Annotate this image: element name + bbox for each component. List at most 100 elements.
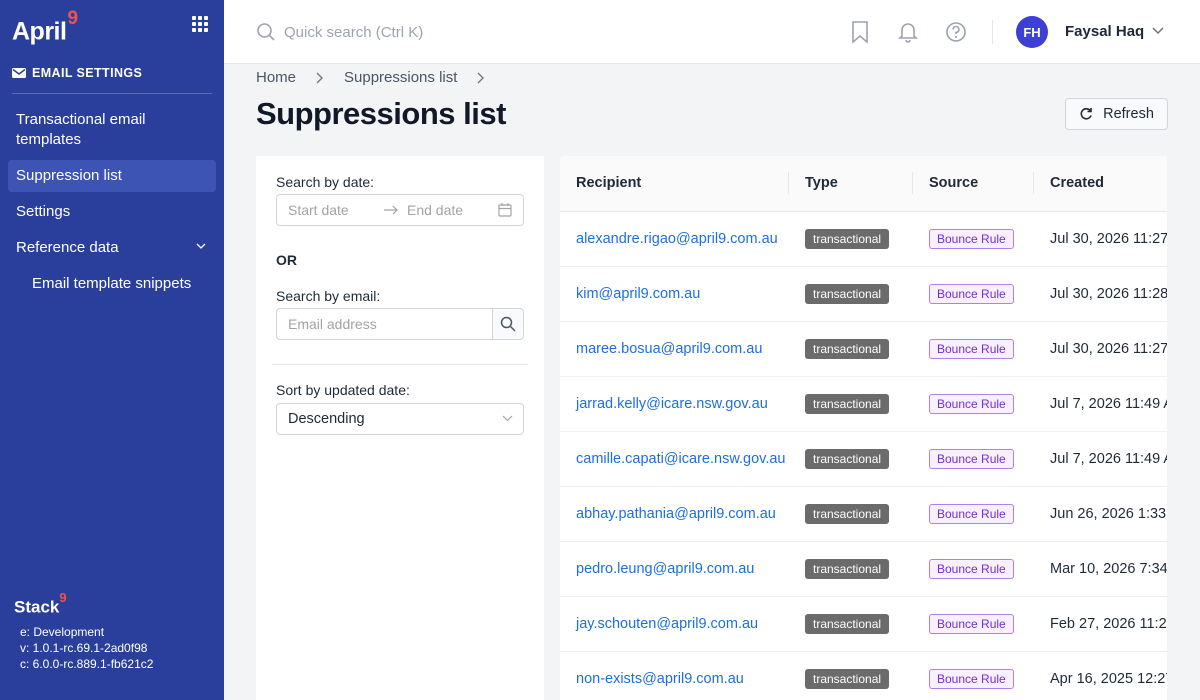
recipient-link[interactable]: kim@april9.com.au (576, 286, 700, 302)
table-header-row: Recipient Type Source Created (560, 156, 1167, 212)
table-row[interactable]: jay.schouten@april9.com.au transactional B… (560, 596, 1167, 652)
recipient-link[interactable]: non-exists@april9.com.au (576, 671, 744, 687)
type-cell: transactional (789, 321, 913, 377)
filter-divider (272, 364, 528, 365)
end-date-field[interactable]: End date (407, 202, 463, 218)
sidebar-item-label: Suppression list (16, 167, 122, 184)
source-cell: Bounce Rule (913, 651, 1034, 700)
source-cell: Bounce Rule (913, 376, 1034, 432)
page-title: Suppressions list (256, 96, 506, 131)
recipient-link[interactable]: jay.schouten@april9.com.au (576, 616, 758, 632)
app-logo[interactable]: April9 (12, 8, 78, 46)
source-cell: Bounce Rule (913, 541, 1034, 597)
stack-logo: Stack9 (14, 590, 67, 618)
source-cell: Bounce Rule (913, 211, 1034, 267)
sidebar-item-label: Transactional email templates (16, 111, 146, 148)
created-cell: Jul 30, 2026 11:27 AM (1034, 211, 1167, 267)
bell-icon[interactable] (898, 20, 918, 44)
refresh-button[interactable]: Refresh (1065, 98, 1168, 130)
source-tag: Bounce Rule (929, 668, 1014, 689)
source-cell: Bounce Rule (913, 266, 1034, 322)
refresh-button-label: Refresh (1103, 106, 1154, 122)
table-row[interactable]: maree.bosua@april9.com.au transactional Bo… (560, 321, 1167, 377)
avatar[interactable]: FH (1016, 16, 1048, 48)
source-tag: Bounce Rule (929, 448, 1014, 469)
type-tag: transactional (805, 448, 890, 469)
column-header-source[interactable]: Source (913, 156, 1034, 212)
table-row[interactable]: jarrad.kelly@icare.nsw.gov.au transaction… (560, 376, 1167, 432)
table-body: alexandre.rigao@april9.com.au transaction… (560, 211, 1167, 700)
recipient-link[interactable]: maree.bosua@april9.com.au (576, 341, 762, 357)
sort-label: Sort by updated date: (276, 382, 410, 398)
recipient-link[interactable]: jarrad.kelly@icare.nsw.gov.au (576, 396, 768, 412)
sidebar-item-settings[interactable]: Settings (8, 196, 216, 228)
build-core: c: 6.0.0-rc.889.1-fb621c2 (20, 657, 154, 671)
apps-grid-icon[interactable] (192, 16, 208, 32)
type-cell: transactional (789, 431, 913, 487)
source-tag: Bounce Rule (929, 228, 1014, 249)
recipient-link[interactable]: abhay.pathania@april9.com.au (576, 506, 776, 522)
table-row[interactable]: camille.capati@icare.nsw.gov.au transacti… (560, 431, 1167, 487)
email-filter-label: Search by email: (276, 288, 381, 304)
recipient-cell: camille.capati@icare.nsw.gov.au (560, 431, 789, 487)
user-name[interactable]: Faysal Haq (1065, 23, 1144, 40)
date-range-picker[interactable]: Start date End date (276, 194, 524, 226)
recipient-cell: non-exists@april9.com.au (560, 651, 789, 700)
type-tag: transactional (805, 283, 890, 304)
table-row[interactable]: alexandre.rigao@april9.com.au transaction… (560, 211, 1167, 267)
recipient-cell: kim@april9.com.au (560, 266, 789, 322)
table-row[interactable]: pedro.leung@april9.com.au transactional Bo… (560, 541, 1167, 597)
sort-select[interactable]: Descending (276, 403, 524, 435)
refresh-icon (1080, 107, 1092, 120)
created-cell: Jul 30, 2026 11:28 AM (1034, 266, 1167, 322)
table-row[interactable]: kim@april9.com.au transactional Bounce Rul… (560, 266, 1167, 322)
build-env: e: Development (20, 625, 105, 639)
sidebar-nav: Transactional email templates Suppressio… (8, 104, 216, 304)
table-row[interactable]: abhay.pathania@april9.com.au transactiona… (560, 486, 1167, 542)
recipient-cell: abhay.pathania@april9.com.au (560, 486, 789, 542)
chevron-down-icon (196, 243, 206, 249)
created-cell: Jun 26, 2026 1:33 PM (1034, 486, 1167, 542)
table-row[interactable]: non-exists@april9.com.au transactional Bou… (560, 651, 1167, 700)
column-header-created[interactable]: Created (1034, 156, 1167, 212)
created-cell: Mar 10, 2026 7:34 AM (1034, 541, 1167, 597)
breadcrumb-home[interactable]: Home (256, 69, 296, 86)
type-cell: transactional (789, 486, 913, 542)
sidebar-item-email-snippets[interactable]: Email template snippets (8, 268, 216, 300)
app-logo-mark: 9 (67, 8, 78, 29)
bookmark-icon[interactable] (850, 20, 870, 44)
topbar-divider (992, 20, 993, 44)
source-tag: Bounce Rule (929, 393, 1014, 414)
search-icon (500, 316, 516, 332)
sidebar-item-suppression-list[interactable]: Suppression list (8, 160, 216, 192)
help-icon[interactable] (945, 20, 967, 44)
sidebar-section-header: EMAIL SETTINGS (12, 64, 212, 94)
created-cell: Apr 16, 2025 12:27 PM (1034, 651, 1167, 700)
source-cell: Bounce Rule (913, 596, 1034, 652)
email-search-input[interactable] (276, 308, 493, 340)
column-header-type[interactable]: Type (789, 156, 913, 212)
start-date-field[interactable]: Start date (288, 202, 349, 218)
sort-select-value: Descending (288, 411, 365, 427)
type-tag: transactional (805, 338, 890, 359)
source-cell: Bounce Rule (913, 486, 1034, 542)
created-cell: Feb 27, 2026 11:29 AM (1034, 596, 1167, 652)
breadcrumb: Home Suppressions list (256, 69, 505, 86)
created-cell: Jul 7, 2026 11:49 AM (1034, 376, 1167, 432)
chevron-down-icon[interactable] (1152, 27, 1164, 35)
source-tag: Bounce Rule (929, 283, 1014, 304)
recipient-link[interactable]: alexandre.rigao@april9.com.au (576, 231, 778, 247)
sidebar-item-transactional-templates[interactable]: Transactional email templates (8, 104, 216, 156)
column-header-recipient[interactable]: Recipient (560, 156, 789, 212)
recipient-link[interactable]: pedro.leung@april9.com.au (576, 561, 754, 577)
type-cell: transactional (789, 541, 913, 597)
email-search-button[interactable] (492, 308, 524, 340)
chevron-right-icon (477, 72, 485, 84)
recipient-link[interactable]: camille.capati@icare.nsw.gov.au (576, 451, 786, 467)
type-cell: transactional (789, 651, 913, 700)
quick-search-input[interactable] (284, 19, 664, 45)
breadcrumb-current[interactable]: Suppressions list (344, 69, 457, 86)
sidebar-item-reference-data[interactable]: Reference data (8, 232, 216, 264)
chevron-down-icon (502, 415, 513, 422)
source-tag: Bounce Rule (929, 503, 1014, 524)
